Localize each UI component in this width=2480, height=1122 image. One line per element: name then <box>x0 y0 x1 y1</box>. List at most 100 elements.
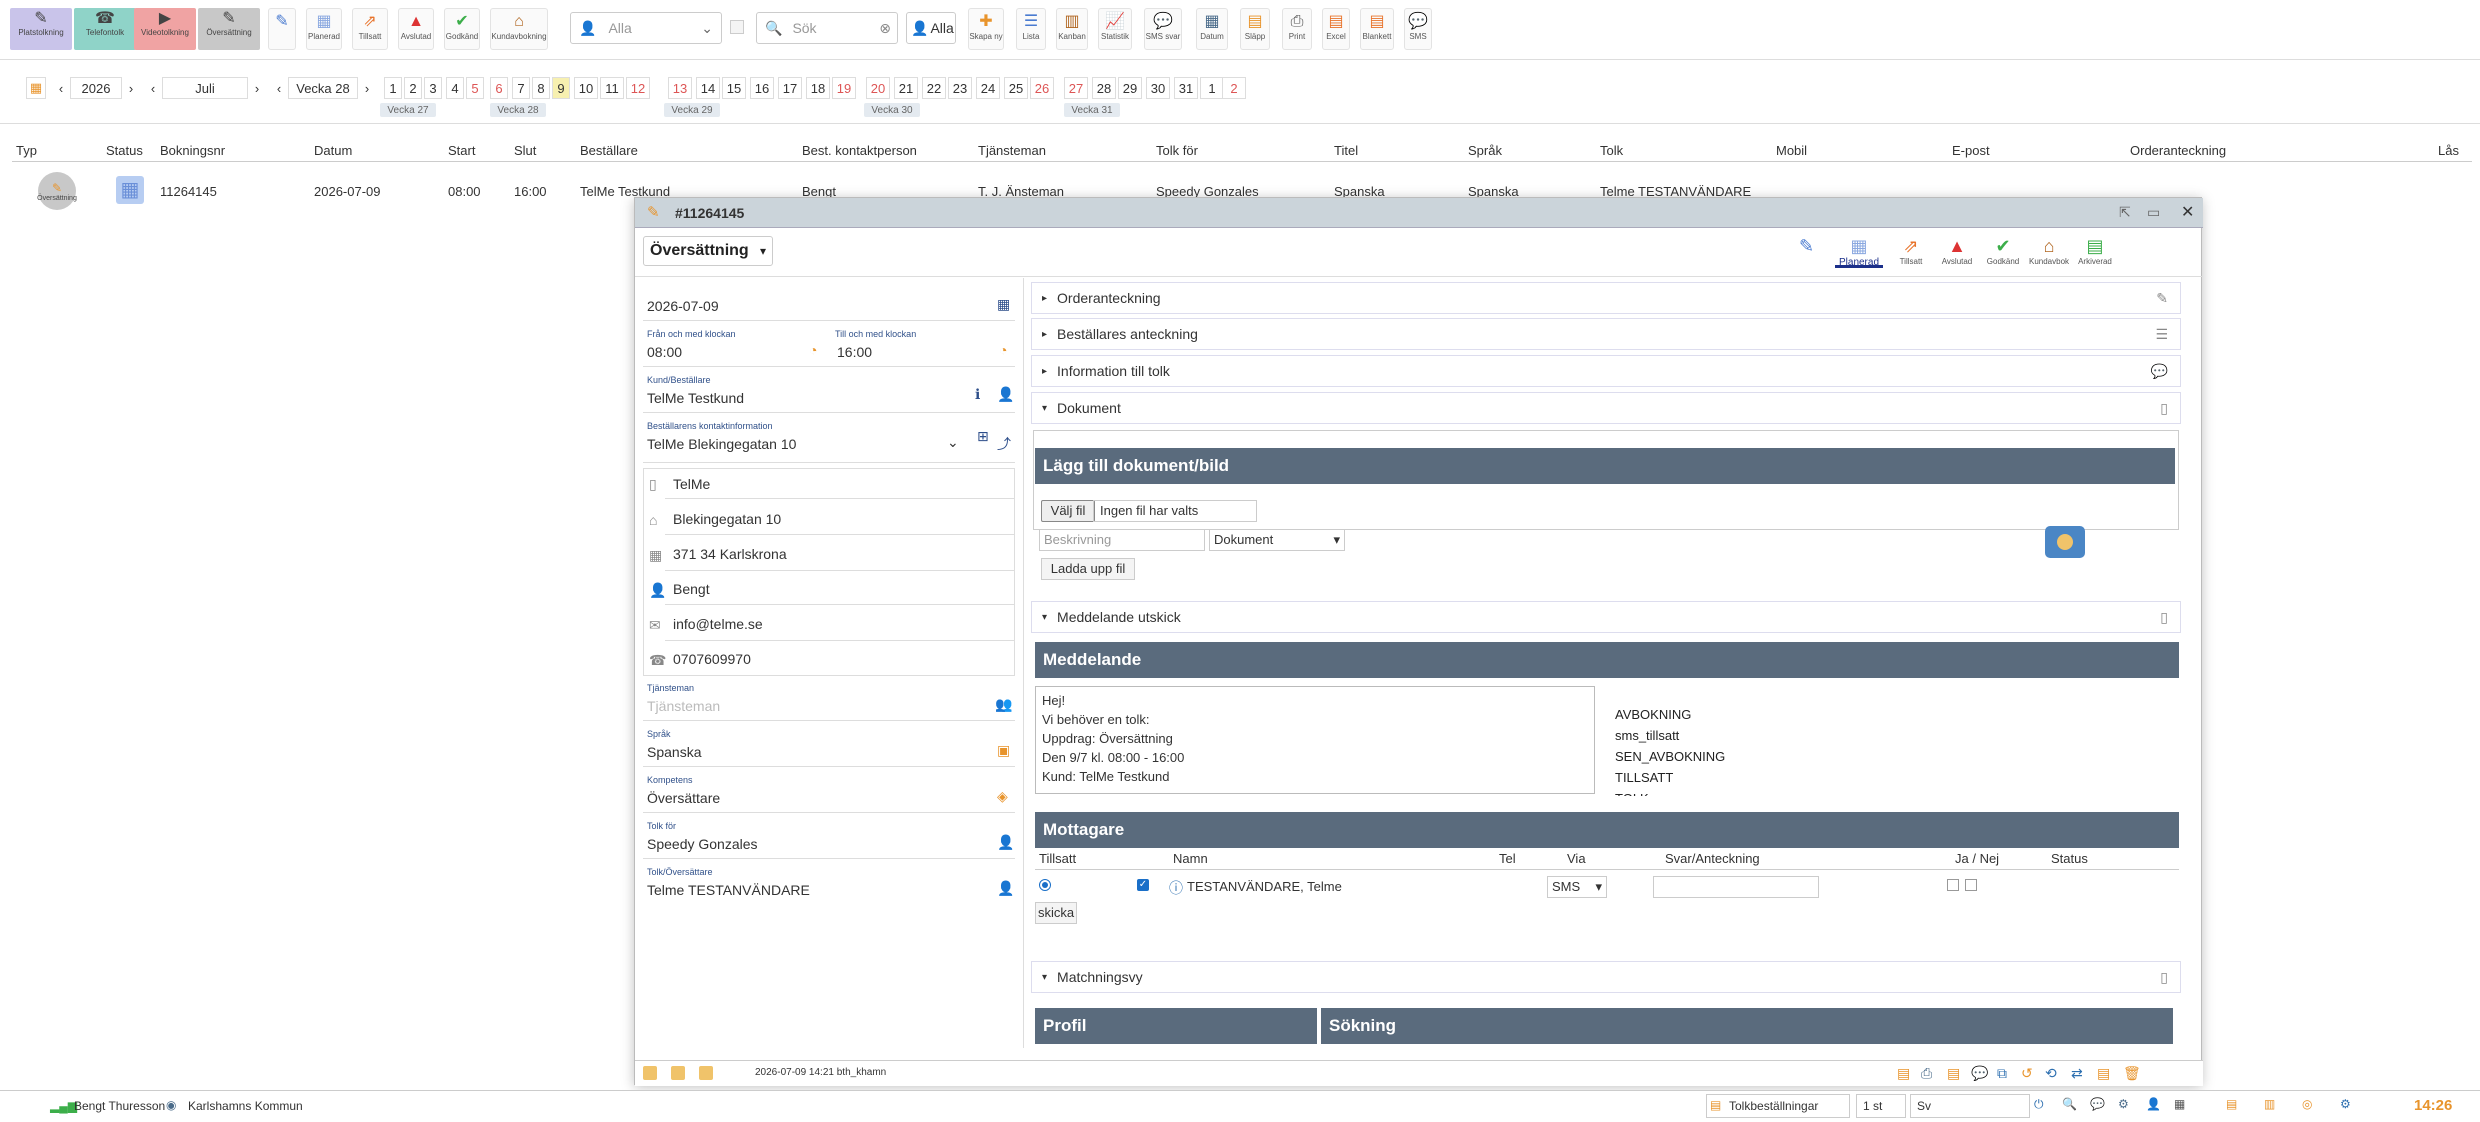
day-11[interactable]: 11 <box>600 77 624 99</box>
col-bestallare[interactable]: Beställare <box>580 143 638 158</box>
people-icon[interactable]: 👥 <box>995 696 1012 713</box>
user-name[interactable]: Bengt Thuresson <box>74 1099 165 1113</box>
document-type-select[interactable]: Dokument ▾ <box>1209 529 1345 551</box>
chat-icon[interactable]: 💬 <box>2090 1097 2105 1111</box>
kompetens-field[interactable]: Översättare <box>647 790 720 806</box>
print-button[interactable]: ⎙ Print <box>1282 8 1312 50</box>
next-icon[interactable] <box>699 1066 713 1080</box>
skapa-ny-button[interactable]: ✚ Skapa ny <box>968 8 1004 50</box>
popout-icon[interactable]: ⇱ <box>2119 204 2131 221</box>
send-button[interactable]: skicka <box>1035 902 1077 924</box>
col-tolk[interactable]: Tolk <box>1600 143 1623 158</box>
alla-button[interactable]: 👤 Alla <box>906 12 956 44</box>
day-15[interactable]: 15 <box>722 77 746 99</box>
status-kundavbokning-button[interactable]: ⌂ Kundavbokning <box>490 8 548 50</box>
add-contact-icon[interactable]: ⊞ <box>977 428 989 445</box>
col-sprak[interactable]: Språk <box>1468 143 1502 158</box>
status-planerad[interactable]: ▦ Planerad <box>1835 236 1883 268</box>
street-field[interactable]: Blekingegatan 10 <box>673 511 781 527</box>
document-icon[interactable]: ▤ <box>1897 1065 1910 1082</box>
col-datum[interactable]: Datum <box>314 143 352 158</box>
attach-icon[interactable]: ▤ <box>2097 1065 2110 1082</box>
language-select[interactable]: Sv <box>1910 1094 2030 1118</box>
excel-button[interactable]: ▤ Excel <box>1322 8 1350 50</box>
blankett-button[interactable]: ▤ Blankett <box>1360 8 1394 50</box>
link-icon[interactable]: ⤴ <box>997 434 1011 454</box>
history-icon[interactable]: ↺ <box>2021 1065 2033 1082</box>
kontakt-select[interactable]: TelMe Blekingegatan 10 <box>647 436 796 452</box>
col-epost[interactable]: E-post <box>1952 143 1990 158</box>
status-kundavbok[interactable]: ⌂ Kundavbok <box>2027 236 2071 268</box>
col-mobil[interactable]: Mobil <box>1776 143 1807 158</box>
slapp-button[interactable]: ▤ Släpp <box>1240 8 1270 50</box>
col-tjansteman[interactable]: Tjänsteman <box>978 143 1046 158</box>
booking-type-select[interactable]: Översättning ▾ <box>643 236 773 266</box>
chat-icon[interactable]: 💬 <box>1971 1065 1988 1082</box>
prev-month-button[interactable]: ‹ <box>146 77 160 99</box>
message-textarea[interactable]: Hej! Vi behöver en tolk: Uppdrag: Översä… <box>1035 686 1595 794</box>
template-item[interactable]: TILLSATT <box>1615 767 2135 788</box>
col-slut[interactable]: Slut <box>514 143 536 158</box>
nej-checkbox[interactable] <box>1965 879 1977 891</box>
status-avslutad[interactable]: ▲ Avslutad <box>1937 236 1977 268</box>
service-videotolkning-button[interactable]: ▶ Videotolkning <box>134 8 196 50</box>
choose-file-button[interactable]: Välj fil <box>1041 500 1095 522</box>
prev-icon[interactable] <box>671 1066 685 1080</box>
clock-icon[interactable]: ◔ <box>999 342 1007 358</box>
status-godkand-button[interactable]: ✔ Godkänd <box>444 8 480 50</box>
service-telefontolk-button[interactable]: ☎ Telefontolk <box>74 8 136 50</box>
power-icon[interactable]: ⏻ <box>2034 1097 2044 1112</box>
col-kontaktperson[interactable]: Best. kontaktperson <box>802 143 917 158</box>
repeat-icon[interactable]: ⟲ <box>2045 1065 2057 1082</box>
status-godkand[interactable]: ✔ Godkänd <box>1983 236 2023 268</box>
day-14[interactable]: 14 <box>696 77 720 99</box>
section-orderanteckning[interactable]: ▸ Orderanteckning ✎ <box>1031 282 2181 314</box>
day-30[interactable]: 30 <box>1146 77 1170 99</box>
day-27[interactable]: 27 <box>1064 77 1088 99</box>
beskrivning-input[interactable]: Beskrivning <box>1039 529 1205 551</box>
col-status[interactable]: Status <box>106 143 143 158</box>
sms-button[interactable]: 💬 SMS <box>1404 8 1432 50</box>
printer-icon[interactable]: ⎙ <box>1921 1065 1932 1082</box>
day-9[interactable]: 9 <box>552 77 570 99</box>
info-icon[interactable]: ⓘ <box>1169 878 1183 898</box>
service-platstolkning-button[interactable]: ✎ Platstolkning <box>10 8 72 50</box>
day-16[interactable]: 16 <box>750 77 774 99</box>
user-icon[interactable]: 👤 <box>2146 1097 2161 1111</box>
email-field[interactable]: info@telme.se <box>673 616 763 632</box>
col-typ[interactable]: Typ <box>16 143 37 158</box>
day-18[interactable]: 18 <box>806 77 830 99</box>
col-start[interactable]: Start <box>448 143 475 158</box>
lista-button[interactable]: ☰ Lista <box>1016 8 1046 50</box>
edit-button[interactable]: ✎ <box>268 8 296 50</box>
city-field[interactable]: 371 34 Karlskrona <box>673 546 787 562</box>
day-4[interactable]: 4 <box>446 77 464 99</box>
day-12[interactable]: 12 <box>626 77 650 99</box>
day-3[interactable]: 3 <box>424 77 442 99</box>
day-28[interactable]: 28 <box>1092 77 1116 99</box>
to-time-field[interactable]: 16:00 <box>837 344 872 360</box>
copy-icon[interactable]: ⧉ <box>1997 1065 2007 1082</box>
section-information-till-tolk[interactable]: ▸ Information till tolk 💬 <box>1031 355 2181 387</box>
from-time-field[interactable]: 08:00 <box>647 344 682 360</box>
section-matchningsvy[interactable]: ▾ Matchningsvy ▯ <box>1031 961 2181 993</box>
day-25[interactable]: 25 <box>1004 77 1028 99</box>
tjansteman-field[interactable]: Tjänsteman <box>647 698 720 714</box>
prev-week-button[interactable]: ‹ <box>272 77 286 99</box>
tolk-field[interactable]: Telme TESTANVÄNDARE <box>647 882 810 898</box>
form-icon[interactable]: ▤ <box>1947 1065 1960 1082</box>
filter-select[interactable]: 👤 Alla ⌄ <box>570 12 722 44</box>
filter-checkbox[interactable] <box>730 20 744 34</box>
day-29[interactable]: 29 <box>1118 77 1142 99</box>
day-2[interactable]: 2 <box>404 77 422 99</box>
day-23[interactable]: 23 <box>948 77 972 99</box>
day-32[interactable]: 1 <box>1200 77 1224 99</box>
svar-input[interactable] <box>1653 876 1819 898</box>
day-8[interactable]: 8 <box>532 77 550 99</box>
tillsatt-radio[interactable] <box>1039 879 1051 891</box>
col-las[interactable]: Lås <box>2438 143 2459 158</box>
col-orderanteckning[interactable]: Orderanteckning <box>2130 143 2226 158</box>
day-5[interactable]: 5 <box>466 77 484 99</box>
person-solid-icon[interactable]: 👤 <box>997 880 1014 897</box>
search-input[interactable]: 🔍 Sök ⊗ <box>756 12 898 44</box>
